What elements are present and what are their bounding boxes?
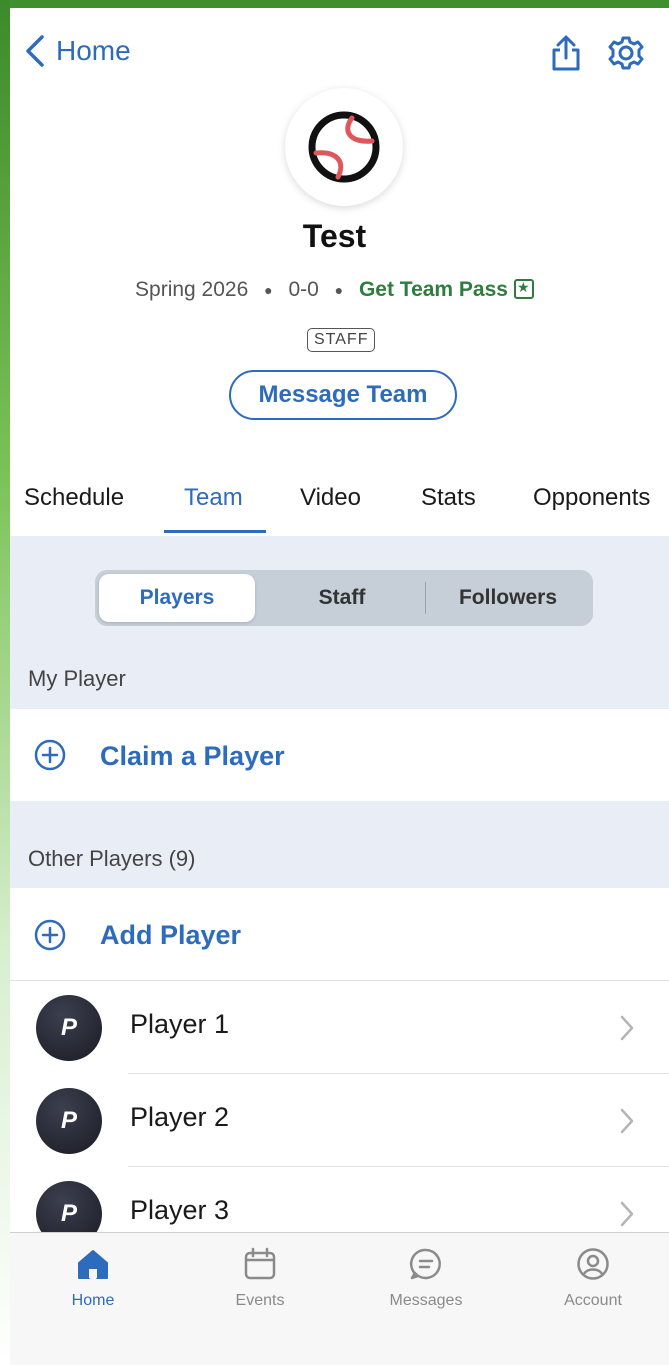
star-badge-icon — [513, 279, 534, 299]
nav-messages-label: Messages — [389, 1292, 463, 1309]
player-name: Player 1 — [130, 1009, 230, 1039]
settings-button[interactable] — [606, 32, 646, 74]
team-logo — [285, 88, 403, 206]
roster-segmented-control: Players Staff Followers — [95, 570, 593, 626]
team-record: 0-0 — [288, 278, 319, 301]
nav-account-label: Account — [564, 1292, 622, 1309]
separator-dot: ● — [334, 282, 344, 299]
nav-account[interactable]: Account — [533, 1247, 653, 1310]
baseball-icon — [308, 111, 380, 183]
nav-home-label: Home — [71, 1292, 115, 1309]
player-name: Player 2 — [130, 1102, 230, 1132]
segment-players[interactable]: Players — [99, 574, 255, 622]
player-row[interactable]: P Player 2 — [10, 1074, 669, 1167]
nav-events-label: Events — [235, 1292, 285, 1309]
plus-circle-icon — [34, 739, 66, 771]
chevron-right-icon — [620, 1201, 634, 1227]
home-icon — [78, 1250, 108, 1279]
tab-stats[interactable]: Stats — [421, 484, 476, 512]
segment-divider — [425, 582, 426, 614]
season-label: Spring 2026 — [135, 278, 249, 301]
message-team-button[interactable]: Message Team — [229, 370, 457, 420]
bottom-tab-bar: Home Events Messages Account — [10, 1232, 669, 1365]
tab-opponents[interactable]: Opponents — [533, 484, 650, 512]
share-button[interactable] — [546, 32, 586, 74]
team-tabs: Schedule Team Video Stats Opponents — [10, 468, 669, 537]
team-screen: Home Test Spring 2026 ● 0-0 ● Get Team P… — [10, 8, 669, 1365]
nav-messages[interactable]: Messages — [366, 1247, 486, 1310]
segment-followers[interactable]: Followers — [427, 574, 589, 622]
add-player-row[interactable]: Add Player — [10, 888, 669, 981]
tab-team[interactable]: Team — [184, 484, 243, 512]
segment-staff[interactable]: Staff — [259, 574, 425, 622]
back-label: Home — [56, 35, 131, 66]
nav-events[interactable]: Events — [200, 1247, 320, 1310]
add-player-label: Add Player — [100, 920, 242, 950]
team-pass-label: Get Team Pass — [358, 278, 508, 301]
share-icon — [552, 35, 580, 71]
role-badge: STAFF — [307, 328, 376, 352]
avatar: P — [36, 1088, 102, 1154]
section-my-player: My Player — [28, 666, 126, 691]
back-button[interactable]: Home — [24, 34, 131, 68]
window-frame-left — [0, 0, 10, 1365]
message-icon — [409, 1248, 441, 1280]
avatar: P — [36, 995, 102, 1061]
claim-player-row[interactable]: Claim a Player — [10, 709, 669, 801]
tab-schedule[interactable]: Schedule — [24, 484, 124, 512]
chevron-left-icon — [26, 35, 44, 67]
team-meta: Spring 2026 ● 0-0 ● Get Team Pass — [10, 278, 669, 302]
team-name: Test — [302, 218, 367, 254]
plus-circle-icon — [34, 919, 66, 951]
separator-dot: ● — [264, 282, 273, 299]
get-team-pass-link[interactable]: Get Team Pass — [359, 278, 534, 301]
gear-icon — [608, 36, 644, 70]
active-tab-indicator — [164, 530, 266, 533]
claim-player-label: Claim a Player — [100, 741, 285, 771]
account-icon — [577, 1248, 609, 1280]
player-name: Player 3 — [130, 1195, 230, 1225]
nav-home[interactable]: Home — [33, 1247, 153, 1310]
chevron-right-icon — [620, 1108, 634, 1134]
section-other-players: Other Players (9) — [28, 846, 196, 871]
calendar-icon — [244, 1247, 276, 1280]
window-frame-top — [0, 0, 669, 8]
player-row[interactable]: P Player 1 — [10, 981, 669, 1074]
tab-video[interactable]: Video — [300, 484, 361, 512]
chevron-right-icon — [620, 1015, 634, 1041]
